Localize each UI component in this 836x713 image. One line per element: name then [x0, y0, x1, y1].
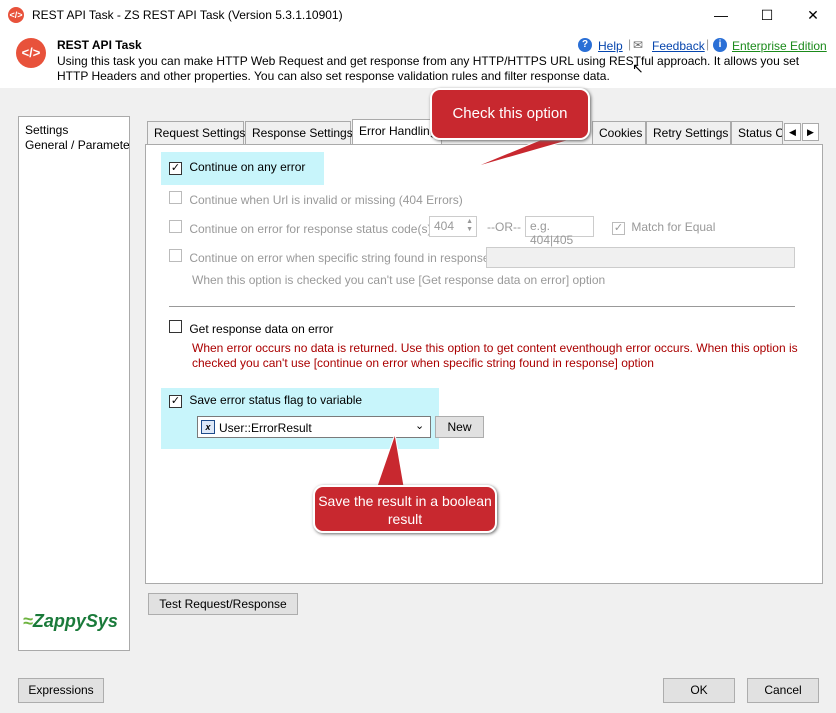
header-description: Using this task you can make HTTP Web Re…: [57, 54, 800, 83]
continue-string-checkbox[interactable]: [169, 249, 182, 262]
minimize-button[interactable]: —: [698, 0, 744, 30]
tab-scroll-left-icon[interactable]: ◀: [784, 123, 801, 141]
continue-string-option[interactable]: Continue on error when specific string f…: [169, 249, 490, 265]
mail-icon: ✉: [633, 38, 644, 52]
get-response-data-checkbox[interactable]: [169, 320, 182, 333]
title-bar: </> REST API Task - ZS REST API Task (Ve…: [0, 0, 836, 30]
get-response-data-option[interactable]: Get response data on error: [169, 320, 333, 336]
tab-retry-settings[interactable]: Retry Settings: [646, 121, 731, 144]
continue-status-code-label: Continue on error for response status co…: [189, 222, 432, 236]
separator: |: [706, 37, 710, 51]
maximize-button[interactable]: ☐: [744, 0, 790, 30]
sidebar-item-general[interactable]: General / Parameters: [19, 138, 129, 153]
save-flag-checkbox[interactable]: ✓: [169, 395, 182, 408]
app-icon: </>: [8, 7, 24, 23]
test-request-button[interactable]: Test Request/Response: [148, 593, 298, 615]
tab-cookies[interactable]: Cookies: [592, 121, 646, 144]
continue-url-invalid-option[interactable]: Continue when Url is invalid or missing …: [169, 191, 463, 207]
header-title: REST API Task: [57, 38, 142, 52]
match-equal-label: Match for Equal: [631, 220, 716, 234]
ok-button[interactable]: OK: [663, 678, 735, 703]
rest-api-icon: </>: [16, 38, 46, 68]
zappysys-logo: ≈ZappySys: [23, 611, 118, 631]
variable-value: User::ErrorResult: [219, 421, 312, 435]
variable-icon: x: [201, 420, 215, 434]
info-icon: i: [713, 38, 727, 52]
continue-url-invalid-label: Continue when Url is invalid or missing …: [189, 193, 463, 207]
cursor-icon: ↖: [632, 60, 644, 76]
get-response-data-label: Get response data on error: [189, 322, 334, 336]
error-string-input[interactable]: [486, 247, 795, 268]
tab-scroll-right-icon[interactable]: ▶: [802, 123, 819, 141]
tab-request-settings[interactable]: Request Settings: [147, 121, 245, 144]
new-variable-button[interactable]: New: [435, 416, 484, 438]
continue-any-error-label: Continue on any error: [189, 160, 306, 174]
continue-status-code-option[interactable]: Continue on error for response status co…: [169, 220, 431, 236]
get-response-note: When error occurs no data is returned. U…: [192, 341, 798, 370]
separator: |: [628, 37, 632, 51]
match-equal-option[interactable]: ✓ Match for Equal: [612, 220, 715, 235]
expressions-button[interactable]: Expressions: [18, 678, 104, 703]
continue-string-label: Continue on error when specific string f…: [189, 251, 490, 265]
tab-status-check[interactable]: Status Ch: [731, 121, 783, 144]
sidebar-item-settings[interactable]: Settings: [19, 123, 129, 138]
divider: [169, 306, 795, 307]
match-equal-checkbox[interactable]: ✓: [612, 222, 625, 235]
or-label: --OR--: [487, 220, 521, 234]
cancel-button[interactable]: Cancel: [747, 678, 819, 703]
help-icon: ?: [578, 38, 592, 52]
continue-any-error-checkbox[interactable]: ✓: [169, 162, 182, 175]
status-code-input[interactable]: 404 ▲ ▼: [429, 216, 477, 237]
sidebar: Settings General / Parameters ≈ZappySys: [18, 116, 130, 651]
string-note: When this option is checked you can't us…: [192, 273, 606, 287]
chevron-down-icon: ⌄: [415, 420, 425, 432]
window-title: REST API Task - ZS REST API Task (Versio…: [32, 8, 343, 22]
continue-any-error-option[interactable]: ✓ Continue on any error: [169, 160, 305, 175]
help-link[interactable]: Help: [598, 39, 623, 53]
edition-link[interactable]: Enterprise Edition: [732, 39, 827, 53]
callout-check-option: Check this option: [430, 88, 590, 140]
close-button[interactable]: ✕: [790, 0, 836, 30]
callout-save-result: Save the result in a boolean result: [313, 485, 497, 533]
save-flag-label: Save error status flag to variable: [189, 393, 363, 407]
feedback-link[interactable]: Feedback: [652, 39, 705, 53]
continue-status-code-checkbox[interactable]: [169, 220, 182, 233]
tab-error-handling[interactable]: Error Handling: [352, 119, 442, 144]
save-flag-option[interactable]: ✓ Save error status flag to variable: [169, 393, 362, 408]
status-pattern-input[interactable]: e.g. 404|405: [525, 216, 594, 247]
continue-url-invalid-checkbox[interactable]: [169, 191, 182, 204]
tab-response-settings[interactable]: Response Settings: [245, 121, 353, 144]
